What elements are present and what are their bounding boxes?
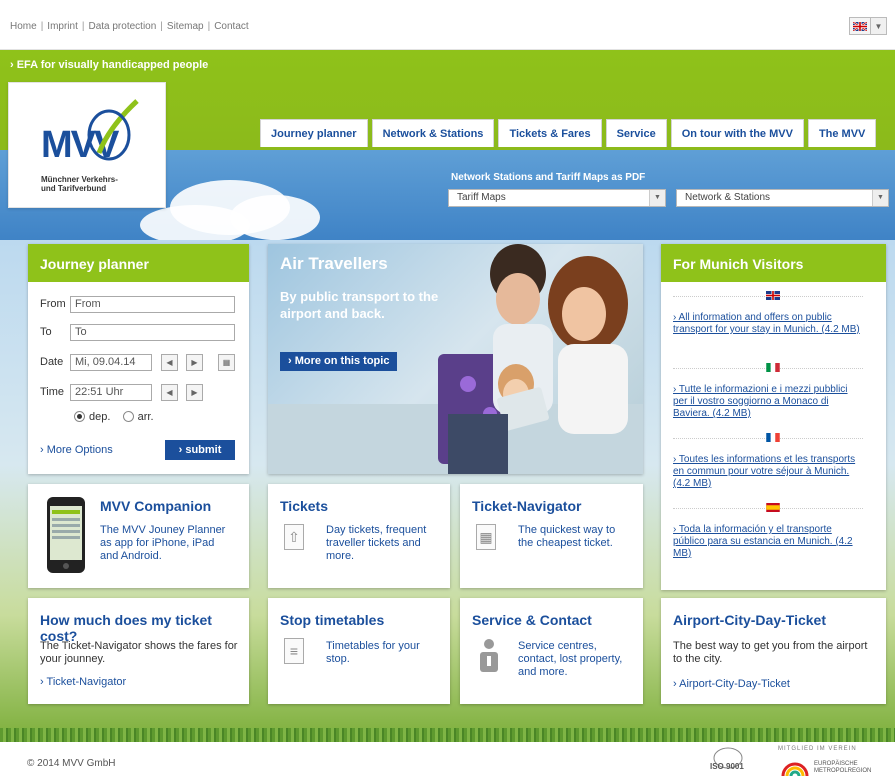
time-prev-button[interactable]: ◀	[161, 384, 178, 401]
ticket-navigator-link[interactable]: › Ticket-Navigator	[40, 676, 126, 688]
pdf-maps-title: Network Stations and Tariff Maps as PDF	[451, 172, 646, 183]
munich-visitors-box: For Munich Visitors › All information an…	[661, 244, 886, 590]
chevron-down-icon: ▼	[649, 190, 665, 206]
timetables-text: Timetables for your stop.	[326, 640, 420, 665]
tab-tickets-fares[interactable]: Tickets & Fares	[498, 119, 602, 147]
ticket-upload-icon: ⇧	[284, 524, 304, 550]
journey-planner-box: Journey planner From From To To Date Mi,…	[28, 244, 249, 474]
arrival-label: arr.	[137, 411, 154, 423]
ticket-cost-box: How much does my ticket cost? The Ticket…	[28, 598, 249, 704]
link-contact[interactable]: Contact	[214, 21, 248, 32]
italy-flag-icon	[766, 363, 780, 372]
time-input[interactable]: 22:51 Uhr	[70, 384, 152, 401]
visitor-info-english-link[interactable]: › All information and offers on public t…	[673, 312, 863, 336]
navigator-title: Ticket-Navigator	[472, 498, 582, 514]
tab-network-stations[interactable]: Network & Stations	[371, 119, 495, 147]
hero-title: Air Travellers	[280, 254, 388, 273]
tickets-text: Day tickets, frequent traveller tickets …	[326, 524, 427, 562]
chevron-down-icon[interactable]: ▼	[871, 17, 887, 35]
time-label: Time	[40, 386, 65, 398]
departure-label: dep.	[89, 411, 111, 423]
footer: © 2014 MVV GmbH ISO 9001 MITGLIED IM VER…	[0, 742, 895, 778]
spain-flag-icon	[766, 503, 780, 512]
airport-text: The best way to get you from the airport…	[673, 640, 868, 665]
tickets-box[interactable]: Tickets ⇧ Day tickets, frequent travelle…	[268, 484, 450, 588]
munich-visitors-title: For Munich Visitors	[661, 244, 886, 282]
network-stations-select[interactable]: Network & Stations ▼	[676, 189, 889, 207]
airport-ticket-link[interactable]: › Airport-City-Day-Ticket	[673, 678, 790, 690]
member-label: MITGLIED IM VEREIN	[778, 746, 857, 752]
visitor-info-italian-link[interactable]: › Tutte le informazioni e i mezzi pubbli…	[673, 384, 863, 420]
person-info-icon	[480, 639, 498, 672]
link-home[interactable]: Home	[10, 21, 37, 32]
metropolregion-logo-icon	[781, 762, 809, 777]
link-data-protection[interactable]: Data protection	[88, 21, 156, 32]
top-utility-bar: Home | Imprint | Data protection | Sitemap | Con…	[0, 0, 895, 50]
tab-the-mvv[interactable]: The MVV	[807, 119, 877, 147]
copyright-text: © 2014 MVV GmbH	[27, 758, 116, 769]
ticket-navigator-box[interactable]: Ticket-Navigator ▦ The quickest way to t…	[460, 484, 643, 588]
to-label: To	[40, 326, 52, 338]
departure-arrival-options: dep. arr.	[74, 411, 154, 423]
journey-planner-title: Journey planner	[28, 244, 249, 282]
timetable-icon: ≡	[284, 638, 304, 664]
mvv-logo[interactable]: MVV Münchner Verkehrs- und Tarifverbund	[8, 82, 166, 208]
mvv-logo-icon: MVV	[41, 99, 139, 166]
stop-timetables-box[interactable]: Stop timetables ≡ Timetables for your st…	[268, 598, 450, 704]
date-next-button[interactable]: ▶	[186, 354, 203, 371]
efa-visually-handicapped-link[interactable]: › EFA for visually handicapped people	[10, 59, 208, 71]
metropolregion-label: EUROPÄISCHE METROPOLREGION	[814, 761, 872, 774]
from-input[interactable]: From	[70, 296, 235, 313]
link-imprint[interactable]: Imprint	[47, 21, 78, 32]
companion-text: The MVV Jouney Planner as app for iPhone…	[100, 524, 226, 562]
france-flag-icon	[766, 433, 780, 442]
tickets-title: Tickets	[280, 498, 328, 514]
service-contact-box[interactable]: Service & Contact Service centres, conta…	[460, 598, 643, 704]
ticket-cost-text: The Ticket-Navigator shows the fares for…	[40, 640, 238, 665]
language-selector[interactable]: ▼	[849, 17, 887, 35]
uk-flag-icon	[766, 291, 780, 300]
tab-on-tour[interactable]: On tour with the MVV	[670, 119, 804, 147]
tab-journey-planner[interactable]: Journey planner	[260, 119, 368, 147]
companion-title: MVV Companion	[100, 498, 212, 514]
more-on-topic-button[interactable]: › More on this topic	[280, 352, 398, 371]
calendar-icon[interactable]: ▦	[218, 354, 235, 371]
to-input[interactable]: To	[70, 324, 235, 341]
airport-city-day-ticket-box: Airport-City-Day-Ticket The best way to …	[661, 598, 886, 704]
calculator-icon: ▦	[476, 524, 496, 550]
smartphone-icon	[47, 497, 85, 573]
more-options-link[interactable]: › More Options	[40, 444, 113, 456]
date-input[interactable]: Mi, 09.04.14	[70, 354, 152, 371]
service-title: Service & Contact	[472, 612, 592, 628]
tariff-maps-select[interactable]: Tariff Maps ▼	[448, 189, 666, 207]
logo-subtitle: Münchner Verkehrs- und Tarifverbund	[41, 175, 118, 193]
departure-radio[interactable]	[74, 411, 85, 422]
date-prev-button[interactable]: ◀	[161, 354, 178, 371]
air-travellers-hero[interactable]: Air Travellers By public transport to th…	[268, 244, 643, 474]
arrival-radio[interactable]	[122, 411, 134, 422]
grass-strip	[0, 728, 895, 742]
submit-button[interactable]: › submit	[165, 440, 235, 460]
main-navigation: Journey planner Network & Stations Ticke…	[260, 119, 880, 147]
tab-service[interactable]: Service	[605, 119, 667, 147]
top-links: Home | Imprint | Data protection | Sitemap | Con…	[10, 21, 249, 32]
date-label: Date	[40, 356, 64, 368]
visitor-info-spanish-link[interactable]: › Toda la información y el transporte pú…	[673, 524, 863, 560]
airport-title: Airport-City-Day-Ticket	[673, 612, 826, 628]
iso-9001-badge: ISO 9001	[708, 746, 748, 776]
timetables-title: Stop timetables	[280, 612, 385, 628]
service-text: Service centres, contact, lost property,…	[518, 640, 623, 678]
link-sitemap[interactable]: Sitemap	[167, 21, 204, 32]
from-label: From	[40, 298, 66, 310]
navigator-text: The quickest way to the cheapest ticket.	[518, 524, 616, 549]
mvv-companion-box[interactable]: MVV Companion The MVV Jouney Planner as …	[28, 484, 249, 588]
hero-subtitle: By public transport to the airport and b…	[280, 289, 439, 321]
visitor-info-french-link[interactable]: › Toutes les informations et les transpo…	[673, 454, 863, 490]
uk-flag-icon	[849, 17, 871, 35]
time-next-button[interactable]: ▶	[186, 384, 203, 401]
chevron-down-icon: ▼	[872, 190, 888, 206]
